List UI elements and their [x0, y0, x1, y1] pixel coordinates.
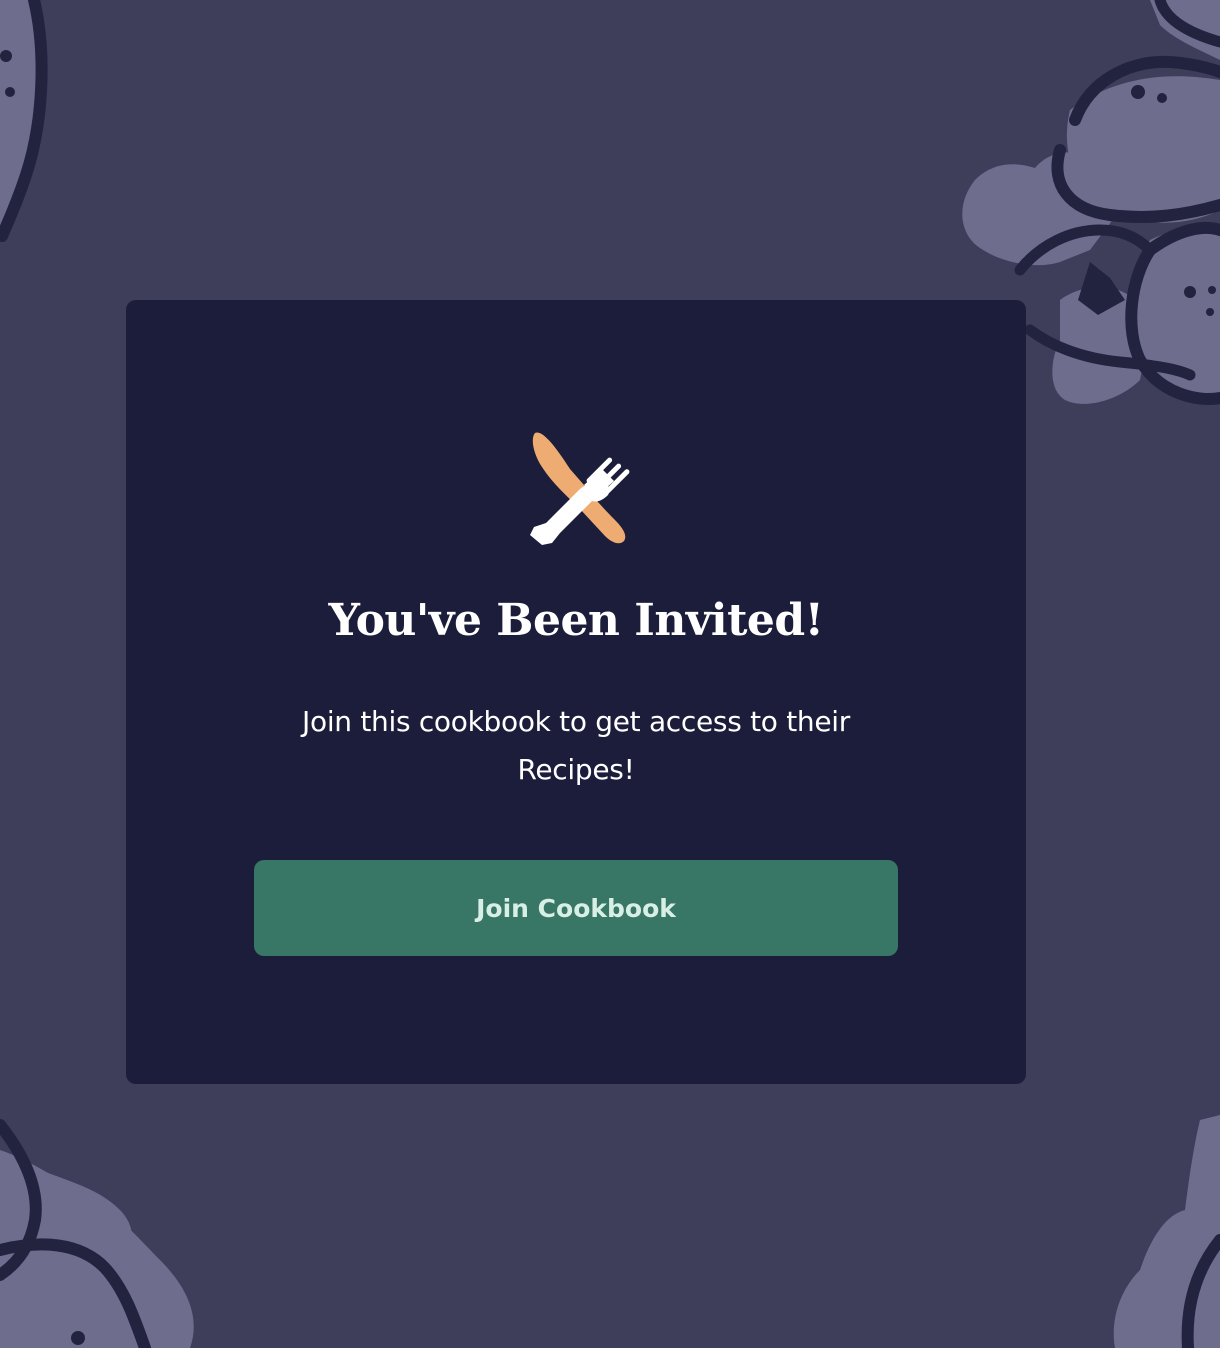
invite-card: [126, 300, 1026, 1084]
invite-message: Join this cookbook to get access to thei…: [302, 705, 850, 786]
fruit-decoration-top-left: [0, 0, 48, 242]
fruit-decoration-bottom-left: [0, 1119, 194, 1348]
page-title: You've Been Invited!: [328, 595, 824, 646]
join-cookbook-button[interactable]: Join Cookbook: [254, 860, 898, 956]
knife-and-fork-icon: [522, 425, 642, 549]
join-cookbook-button-label: Join Cookbook: [476, 893, 676, 923]
fruit-decoration-bottom-right: [1113, 1115, 1220, 1348]
